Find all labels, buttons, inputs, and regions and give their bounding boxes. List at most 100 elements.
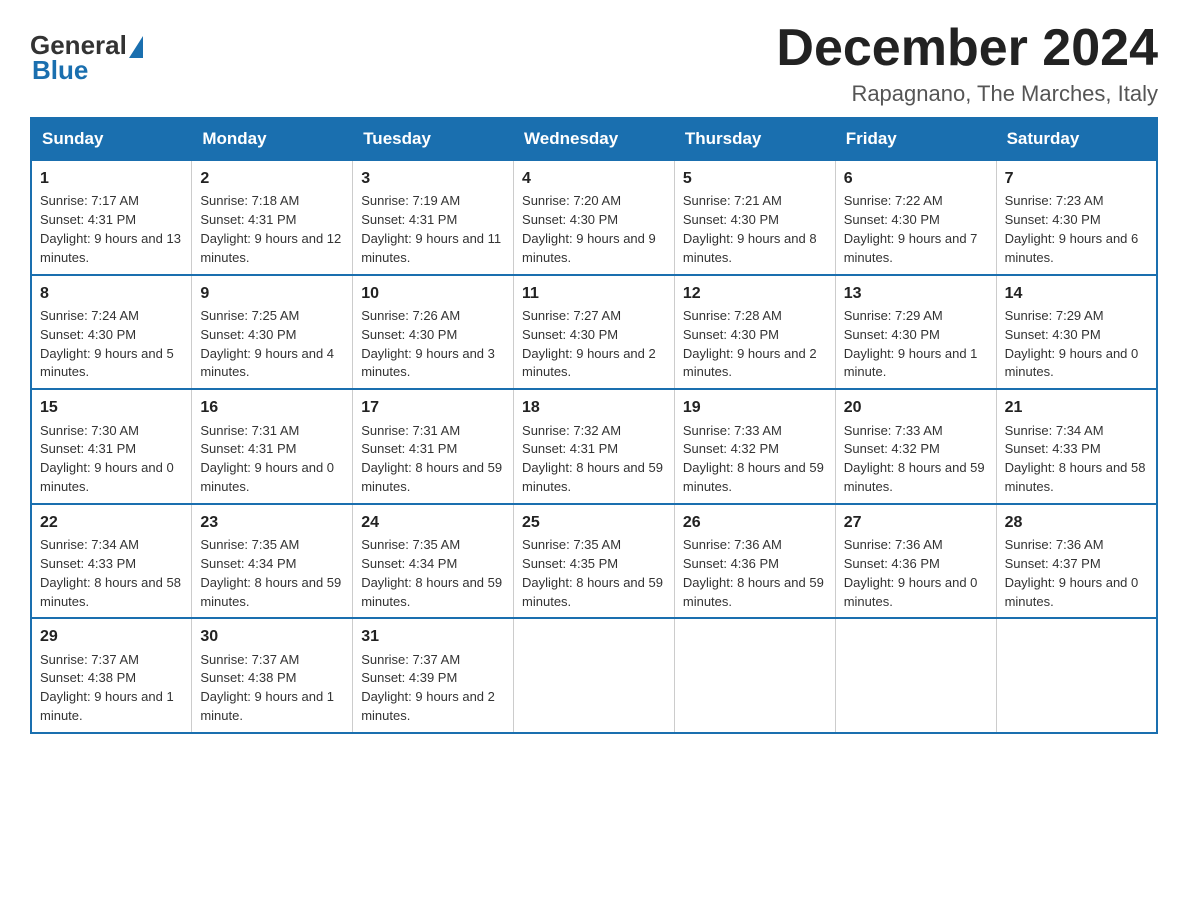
day-info: Sunrise: 7:20 AMSunset: 4:30 PMDaylight:… bbox=[522, 193, 656, 265]
day-info: Sunrise: 7:23 AMSunset: 4:30 PMDaylight:… bbox=[1005, 193, 1139, 265]
calendar-cell bbox=[835, 618, 996, 733]
logo-blue-text: Blue bbox=[32, 55, 88, 86]
day-number: 9 bbox=[200, 282, 344, 305]
day-number: 23 bbox=[200, 511, 344, 534]
day-info: Sunrise: 7:27 AMSunset: 4:30 PMDaylight:… bbox=[522, 308, 656, 380]
week-row-5: 29Sunrise: 7:37 AMSunset: 4:38 PMDayligh… bbox=[31, 618, 1157, 733]
day-info: Sunrise: 7:19 AMSunset: 4:31 PMDaylight:… bbox=[361, 193, 501, 265]
calendar-cell: 31 Sunrise: 7:37 AMSunset: 4:39 PMDayligh… bbox=[353, 618, 514, 733]
day-info: Sunrise: 7:25 AMSunset: 4:30 PMDaylight:… bbox=[200, 308, 334, 380]
day-header-thursday: Thursday bbox=[674, 118, 835, 160]
calendar-cell: 23 Sunrise: 7:35 AMSunset: 4:34 PMDayligh… bbox=[192, 504, 353, 619]
calendar-cell: 19 Sunrise: 7:33 AMSunset: 4:32 PMDayligh… bbox=[674, 389, 835, 504]
day-info: Sunrise: 7:37 AMSunset: 4:38 PMDaylight:… bbox=[40, 652, 174, 724]
calendar-cell: 22 Sunrise: 7:34 AMSunset: 4:33 PMDayligh… bbox=[31, 504, 192, 619]
calendar-cell bbox=[674, 618, 835, 733]
day-number: 20 bbox=[844, 396, 988, 419]
day-number: 22 bbox=[40, 511, 183, 534]
calendar-cell: 30Sunrise: 7:37 AMSunset: 4:38 PMDayligh… bbox=[192, 618, 353, 733]
calendar-cell: 1 Sunrise: 7:17 AMSunset: 4:31 PMDaylight… bbox=[31, 160, 192, 275]
day-header-wednesday: Wednesday bbox=[514, 118, 675, 160]
calendar-cell: 6 Sunrise: 7:22 AMSunset: 4:30 PMDaylight… bbox=[835, 160, 996, 275]
calendar-table: SundayMondayTuesdayWednesdayThursdayFrid… bbox=[30, 117, 1158, 734]
day-number: 25 bbox=[522, 511, 666, 534]
calendar-cell: 13 Sunrise: 7:29 AMSunset: 4:30 PMDayligh… bbox=[835, 275, 996, 390]
day-info: Sunrise: 7:34 AMSunset: 4:33 PMDaylight:… bbox=[40, 537, 181, 609]
day-info: Sunrise: 7:33 AMSunset: 4:32 PMDaylight:… bbox=[683, 423, 824, 495]
calendar-cell: 5 Sunrise: 7:21 AMSunset: 4:30 PMDaylight… bbox=[674, 160, 835, 275]
title-area: December 2024 Rapagnano, The Marches, It… bbox=[776, 20, 1158, 107]
week-row-2: 8 Sunrise: 7:24 AMSunset: 4:30 PMDaylight… bbox=[31, 275, 1157, 390]
day-info: Sunrise: 7:34 AMSunset: 4:33 PMDaylight:… bbox=[1005, 423, 1146, 495]
day-number: 15 bbox=[40, 396, 183, 419]
day-number: 19 bbox=[683, 396, 827, 419]
day-number: 30 bbox=[200, 625, 344, 648]
calendar-cell: 25 Sunrise: 7:35 AMSunset: 4:35 PMDayligh… bbox=[514, 504, 675, 619]
day-info: Sunrise: 7:33 AMSunset: 4:32 PMDaylight:… bbox=[844, 423, 985, 495]
day-info: Sunrise: 7:35 AMSunset: 4:34 PMDaylight:… bbox=[200, 537, 341, 609]
calendar-cell: 8 Sunrise: 7:24 AMSunset: 4:30 PMDaylight… bbox=[31, 275, 192, 390]
calendar-cell: 7 Sunrise: 7:23 AMSunset: 4:30 PMDaylight… bbox=[996, 160, 1157, 275]
calendar-cell: 18 Sunrise: 7:32 AMSunset: 4:31 PMDayligh… bbox=[514, 389, 675, 504]
day-info: Sunrise: 7:31 AMSunset: 4:31 PMDaylight:… bbox=[361, 423, 502, 495]
calendar-cell bbox=[514, 618, 675, 733]
day-number: 8 bbox=[40, 282, 183, 305]
location-subtitle: Rapagnano, The Marches, Italy bbox=[776, 81, 1158, 107]
calendar-cell: 9 Sunrise: 7:25 AMSunset: 4:30 PMDaylight… bbox=[192, 275, 353, 390]
day-header-monday: Monday bbox=[192, 118, 353, 160]
day-number: 16 bbox=[200, 396, 344, 419]
day-number: 6 bbox=[844, 167, 988, 190]
day-number: 27 bbox=[844, 511, 988, 534]
calendar-cell: 16 Sunrise: 7:31 AMSunset: 4:31 PMDayligh… bbox=[192, 389, 353, 504]
calendar-cell: 11 Sunrise: 7:27 AMSunset: 4:30 PMDayligh… bbox=[514, 275, 675, 390]
day-info: Sunrise: 7:30 AMSunset: 4:31 PMDaylight:… bbox=[40, 423, 174, 495]
day-info: Sunrise: 7:29 AMSunset: 4:30 PMDaylight:… bbox=[844, 308, 978, 380]
day-info: Sunrise: 7:31 AMSunset: 4:31 PMDaylight:… bbox=[200, 423, 334, 495]
day-number: 26 bbox=[683, 511, 827, 534]
day-info: Sunrise: 7:36 AMSunset: 4:37 PMDaylight:… bbox=[1005, 537, 1139, 609]
calendar-cell: 4 Sunrise: 7:20 AMSunset: 4:30 PMDaylight… bbox=[514, 160, 675, 275]
day-info: Sunrise: 7:22 AMSunset: 4:30 PMDaylight:… bbox=[844, 193, 978, 265]
calendar-cell: 27Sunrise: 7:36 AMSunset: 4:36 PMDayligh… bbox=[835, 504, 996, 619]
day-info: Sunrise: 7:21 AMSunset: 4:30 PMDaylight:… bbox=[683, 193, 817, 265]
month-title: December 2024 bbox=[776, 20, 1158, 77]
day-number: 21 bbox=[1005, 396, 1148, 419]
day-header-tuesday: Tuesday bbox=[353, 118, 514, 160]
day-number: 4 bbox=[522, 167, 666, 190]
calendar-cell: 14 Sunrise: 7:29 AMSunset: 4:30 PMDayligh… bbox=[996, 275, 1157, 390]
calendar-cell: 28 Sunrise: 7:36 AMSunset: 4:37 PMDayligh… bbox=[996, 504, 1157, 619]
day-info: Sunrise: 7:32 AMSunset: 4:31 PMDaylight:… bbox=[522, 423, 663, 495]
day-number: 3 bbox=[361, 167, 505, 190]
logo-triangle-icon bbox=[129, 36, 143, 58]
day-info: Sunrise: 7:17 AMSunset: 4:31 PMDaylight:… bbox=[40, 193, 181, 265]
calendar-cell: 26 Sunrise: 7:36 AMSunset: 4:36 PMDayligh… bbox=[674, 504, 835, 619]
calendar-cell: 2Sunrise: 7:18 AMSunset: 4:31 PMDaylight… bbox=[192, 160, 353, 275]
calendar-header-row: SundayMondayTuesdayWednesdayThursdayFrid… bbox=[31, 118, 1157, 160]
day-number: 18 bbox=[522, 396, 666, 419]
day-number: 17 bbox=[361, 396, 505, 419]
week-row-3: 15 Sunrise: 7:30 AMSunset: 4:31 PMDayligh… bbox=[31, 389, 1157, 504]
day-number: 28 bbox=[1005, 511, 1148, 534]
day-number: 7 bbox=[1005, 167, 1148, 190]
day-info: Sunrise: 7:35 AMSunset: 4:34 PMDaylight:… bbox=[361, 537, 502, 609]
calendar-cell: 10Sunrise: 7:26 AMSunset: 4:30 PMDayligh… bbox=[353, 275, 514, 390]
day-number: 13 bbox=[844, 282, 988, 305]
day-number: 5 bbox=[683, 167, 827, 190]
day-number: 14 bbox=[1005, 282, 1148, 305]
day-header-saturday: Saturday bbox=[996, 118, 1157, 160]
calendar-cell: 12Sunrise: 7:28 AMSunset: 4:30 PMDayligh… bbox=[674, 275, 835, 390]
day-info: Sunrise: 7:37 AMSunset: 4:39 PMDaylight:… bbox=[361, 652, 495, 724]
calendar-cell: 29Sunrise: 7:37 AMSunset: 4:38 PMDayligh… bbox=[31, 618, 192, 733]
day-info: Sunrise: 7:18 AMSunset: 4:31 PMDaylight:… bbox=[200, 193, 341, 265]
day-number: 31 bbox=[361, 625, 505, 648]
day-info: Sunrise: 7:29 AMSunset: 4:30 PMDaylight:… bbox=[1005, 308, 1139, 380]
day-number: 11 bbox=[522, 282, 666, 305]
calendar-cell bbox=[996, 618, 1157, 733]
day-info: Sunrise: 7:36 AMSunset: 4:36 PMDaylight:… bbox=[683, 537, 824, 609]
day-info: Sunrise: 7:26 AMSunset: 4:30 PMDaylight:… bbox=[361, 308, 495, 380]
day-number: 1 bbox=[40, 167, 183, 190]
day-number: 24 bbox=[361, 511, 505, 534]
day-info: Sunrise: 7:24 AMSunset: 4:30 PMDaylight:… bbox=[40, 308, 174, 380]
week-row-4: 22 Sunrise: 7:34 AMSunset: 4:33 PMDayligh… bbox=[31, 504, 1157, 619]
day-info: Sunrise: 7:35 AMSunset: 4:35 PMDaylight:… bbox=[522, 537, 663, 609]
